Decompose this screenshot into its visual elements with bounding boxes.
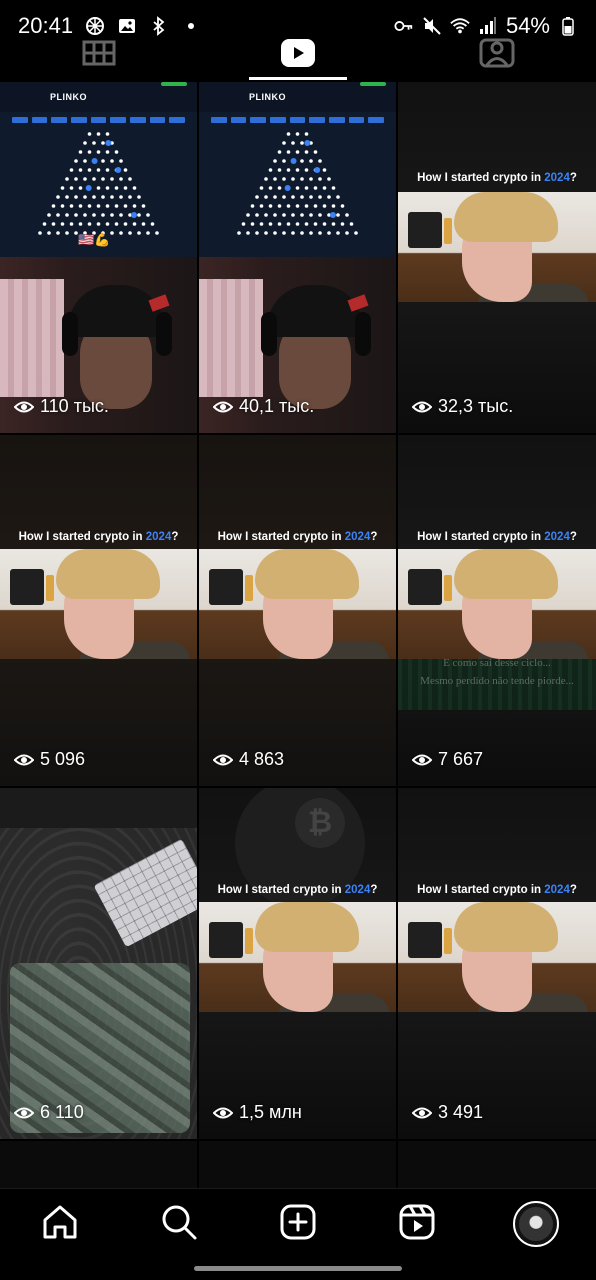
eye-icon (213, 1107, 233, 1118)
tab-reels[interactable] (199, 30, 398, 80)
grid-icon (82, 40, 116, 71)
reel-tile[interactable]: How I started crypto in 2024? 5 096 (0, 435, 197, 786)
view-count: 7 667 (412, 749, 483, 770)
overlay-text: Mesmo perdido não tende piorde... (420, 675, 574, 687)
view-count: 40,1 тыс. (213, 396, 314, 417)
view-count: 110 тыс. (14, 396, 109, 417)
view-count-label: 40,1 тыс. (239, 396, 315, 416)
nav-reels[interactable] (358, 1189, 477, 1259)
nav-create[interactable] (238, 1189, 357, 1259)
eye-icon (14, 401, 34, 412)
reel-caption: How I started crypto in 2024? (217, 531, 378, 543)
reel-tile[interactable]: ₿ How I started crypto in 2024? 1,5 млн (199, 788, 396, 1139)
reel-caption: How I started crypto in 2024? (417, 884, 577, 896)
view-count: 3 491 (412, 1102, 483, 1123)
crypto-thumbnail (199, 902, 396, 1012)
crypto-thumbnail (398, 192, 596, 302)
eye-icon (412, 401, 432, 412)
crypto-thumbnail (0, 549, 197, 659)
crypto-thumbnail (199, 549, 396, 659)
reel-tile[interactable]: PLINKO 40,1 тыс. (199, 82, 396, 433)
reel-tile[interactable]: How I started crypto in 2024? 4 863 (199, 435, 396, 786)
eye-icon (412, 754, 432, 765)
tab-tagged[interactable] (397, 30, 596, 80)
view-count-label: 110 тыс. (40, 396, 109, 416)
plinko-title: PLINKO (50, 92, 88, 102)
view-count: 32,3 тыс. (412, 396, 513, 417)
view-count-label: 3 491 (438, 1102, 484, 1122)
tab-grid[interactable] (0, 30, 199, 80)
home-icon (41, 1203, 79, 1246)
reel-caption: How I started crypto in 2024? (417, 531, 577, 543)
home-indicator (194, 1266, 402, 1271)
view-count: 1,5 млн (213, 1102, 302, 1123)
eye-icon (213, 401, 233, 412)
reel-tile[interactable]: How I started crypto in 2024? E como sai… (398, 435, 596, 786)
search-icon (160, 1203, 198, 1246)
nav-search[interactable] (119, 1189, 238, 1259)
tagged-person-icon (479, 38, 515, 73)
view-count-label: 7 667 (438, 749, 484, 769)
eye-icon (213, 754, 233, 765)
reels-grid: PLINKO 🇺🇸💪 110 тыс. PLINKO 40,1 тыс. How… (0, 82, 596, 1201)
eye-icon (14, 1107, 34, 1118)
plinko-thumbnail: PLINKO (199, 82, 396, 257)
reels-play-icon (280, 38, 316, 73)
plinko-pegs (237, 132, 358, 235)
view-count: 5 096 (14, 749, 85, 770)
eye-icon (14, 754, 34, 765)
reel-caption: How I started crypto in 2024? (18, 531, 179, 543)
nav-home[interactable] (0, 1189, 119, 1259)
view-count-label: 6 110 (40, 1102, 84, 1122)
reel-tile[interactable]: How I started crypto in 2024? 32,3 тыс. (398, 82, 596, 433)
crypto-thumbnail (398, 902, 596, 1012)
view-count-label: 4 863 (239, 749, 285, 769)
reels-icon (398, 1203, 436, 1246)
eye-icon (412, 1107, 432, 1118)
view-count-label: 5 096 (40, 749, 86, 769)
create-plus-icon (279, 1203, 317, 1246)
reel-tile[interactable]: 6 110 (0, 788, 197, 1139)
plinko-title: PLINKO (249, 92, 287, 102)
profile-avatar (513, 1201, 560, 1247)
view-count: 6 110 (14, 1102, 84, 1123)
flag-emoji: 🇺🇸💪 (78, 232, 111, 247)
crypto-thumbnail (398, 549, 596, 659)
overlay-text: E como sai desse ciclo... (443, 657, 551, 669)
reel-tile[interactable]: How I started crypto in 2024? 3 491 (398, 788, 596, 1139)
nav-profile[interactable] (477, 1189, 596, 1259)
view-count-label: 32,3 тыс. (438, 396, 514, 416)
view-count: 4 863 (213, 749, 284, 770)
reel-caption: How I started crypto in 2024? (217, 884, 378, 896)
reel-caption: How I started crypto in 2024? (417, 172, 577, 184)
view-count-label: 1,5 млн (239, 1102, 302, 1122)
profile-tabs (0, 30, 596, 80)
reel-tile[interactable]: PLINKO 🇺🇸💪 110 тыс. (0, 82, 197, 433)
plinko-thumbnail: PLINKO 🇺🇸💪 (0, 82, 197, 257)
